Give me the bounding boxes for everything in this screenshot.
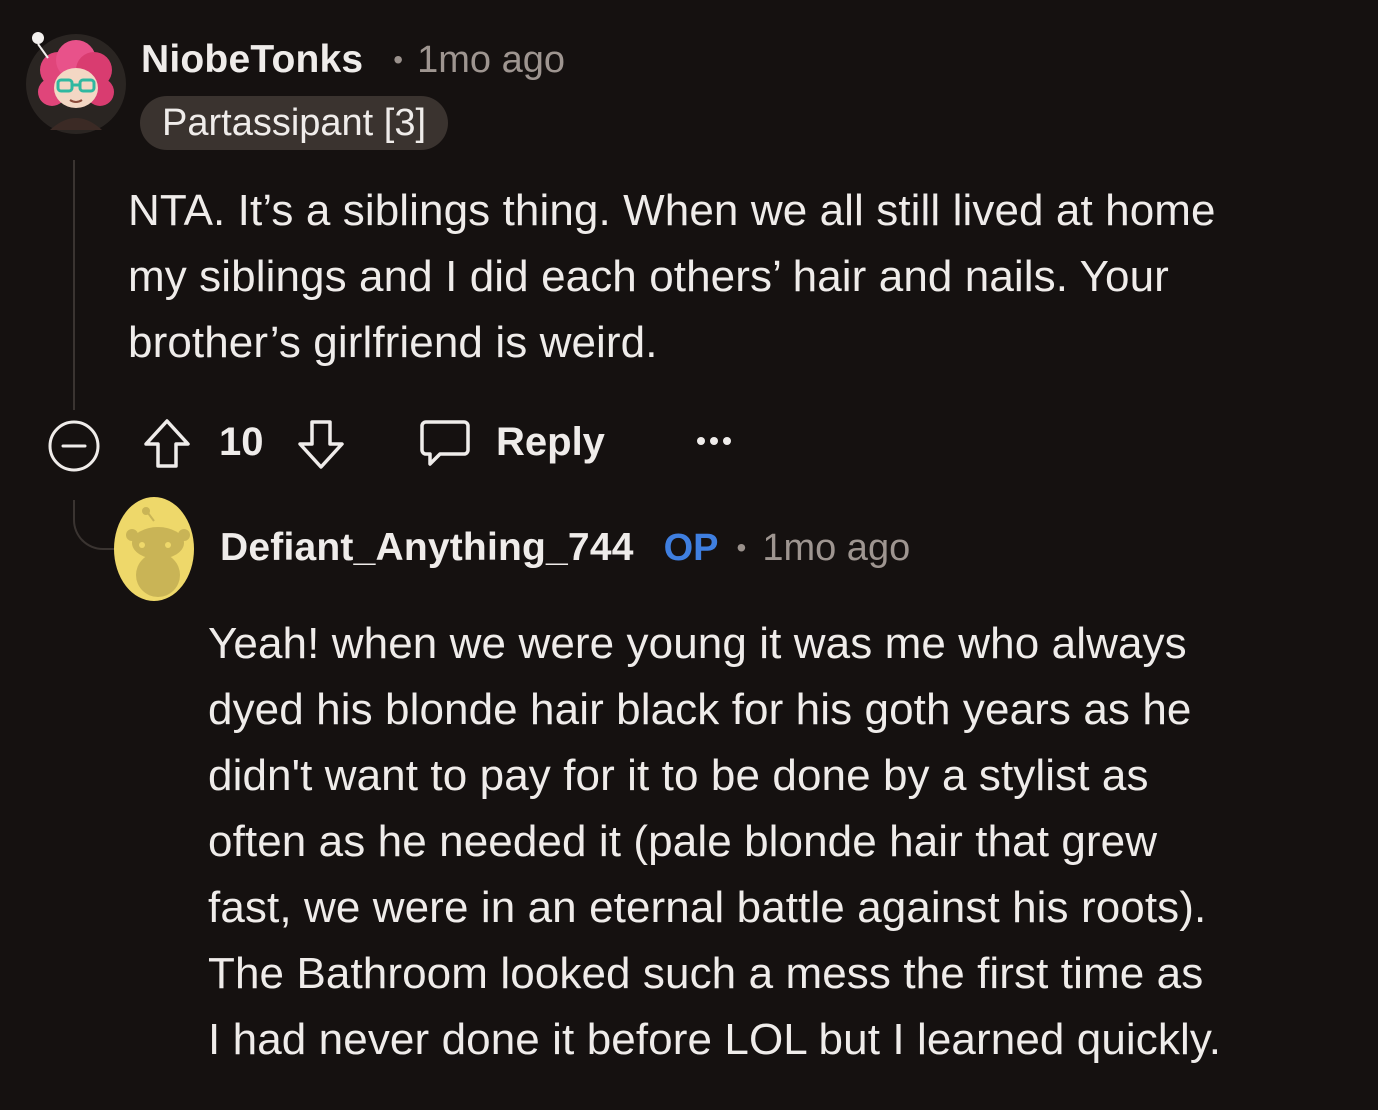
avatar-defiant-anything-744[interactable] [110, 495, 198, 605]
comment-body: NTA. It’s a siblings thing. When we all … [128, 178, 1216, 376]
meta-separator: • [393, 44, 404, 75]
reply-label: Reply [496, 419, 605, 464]
reply-body-line: The Bathroom looked such a mess the firs… [208, 949, 1204, 998]
reply-username[interactable]: Defiant_Anything_744 [220, 526, 634, 570]
comment-header: NiobeTonks • 1mo ago [141, 38, 565, 82]
comment-timestamp[interactable]: 1mo ago [417, 39, 565, 82]
collapse-button[interactable] [46, 418, 102, 474]
thread-line [73, 160, 75, 410]
arrow-up-icon [144, 419, 190, 468]
avatar-niobetonks[interactable] [24, 30, 128, 134]
comment-body-line: my siblings and I did each others’ hair … [128, 252, 1169, 301]
reply-body-line: Yeah! when we were young it was me who a… [208, 619, 1187, 668]
arrow-down-icon [298, 420, 344, 469]
minus-circle-icon [48, 420, 100, 472]
reply-body-line: dyed his blonde hair black for his goth … [208, 685, 1192, 734]
comment-body-line: NTA. It’s a siblings thing. When we all … [128, 186, 1216, 235]
reply-body-line: didn't want to pay for it to be done by … [208, 751, 1149, 800]
downvote-button[interactable] [294, 416, 348, 472]
vote-count: 10 [219, 420, 264, 464]
op-badge: OP [663, 526, 719, 569]
reply-button[interactable]: Reply [418, 414, 605, 470]
comment-username[interactable]: NiobeTonks [141, 38, 363, 82]
reply-timestamp[interactable]: 1mo ago [762, 527, 910, 570]
ellipsis-icon [697, 437, 731, 445]
speech-bubble-icon [420, 420, 470, 466]
reply-body-line: fast, we were in an eternal battle again… [208, 883, 1207, 932]
reply-body: Yeah! when we were young it was me who a… [208, 611, 1221, 1073]
reply-body-line: often as he needed it (pale blonde hair … [208, 817, 1158, 866]
reply-header: Defiant_Anything_744 OP • 1mo ago [220, 526, 910, 570]
more-options-button[interactable] [694, 426, 734, 456]
reply-body-line: I had never done it before LOL but I lea… [208, 1015, 1222, 1064]
upvote-button[interactable] [140, 416, 194, 472]
user-flair: Partassipant [3] [140, 96, 449, 150]
comment-body-line: brother’s girlfriend is weird. [128, 318, 658, 367]
meta-separator: • [736, 532, 747, 563]
